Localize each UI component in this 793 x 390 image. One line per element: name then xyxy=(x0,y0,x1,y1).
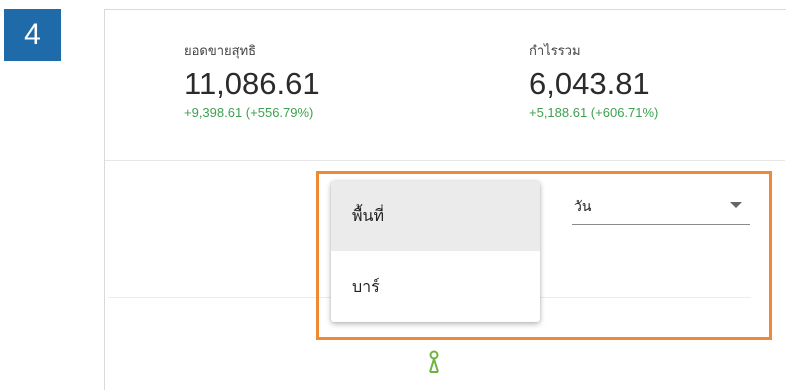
total-profit-label: กำไรรวม xyxy=(529,44,581,59)
net-sales-change: +9,398.61 (+556.79%) xyxy=(184,105,314,120)
net-sales-value: 11,086.61 xyxy=(184,66,320,101)
highlight-annotation-box xyxy=(316,171,772,340)
total-profit-metric: กำไรรวม 6,043.81 +5,188.61 (+606.71%) xyxy=(529,44,658,121)
section-divider xyxy=(105,160,785,161)
step-number-badge: 4 xyxy=(4,9,61,61)
net-sales-label: ยอดขายสุทธิ xyxy=(184,44,257,59)
total-profit-value: 6,043.81 xyxy=(529,66,650,101)
chart-marker-icon xyxy=(429,350,439,373)
net-sales-metric: ยอดขายสุทธิ 11,086.61 +9,398.61 (+556.79… xyxy=(184,44,320,121)
total-profit-change: +5,188.61 (+606.71%) xyxy=(529,105,659,120)
